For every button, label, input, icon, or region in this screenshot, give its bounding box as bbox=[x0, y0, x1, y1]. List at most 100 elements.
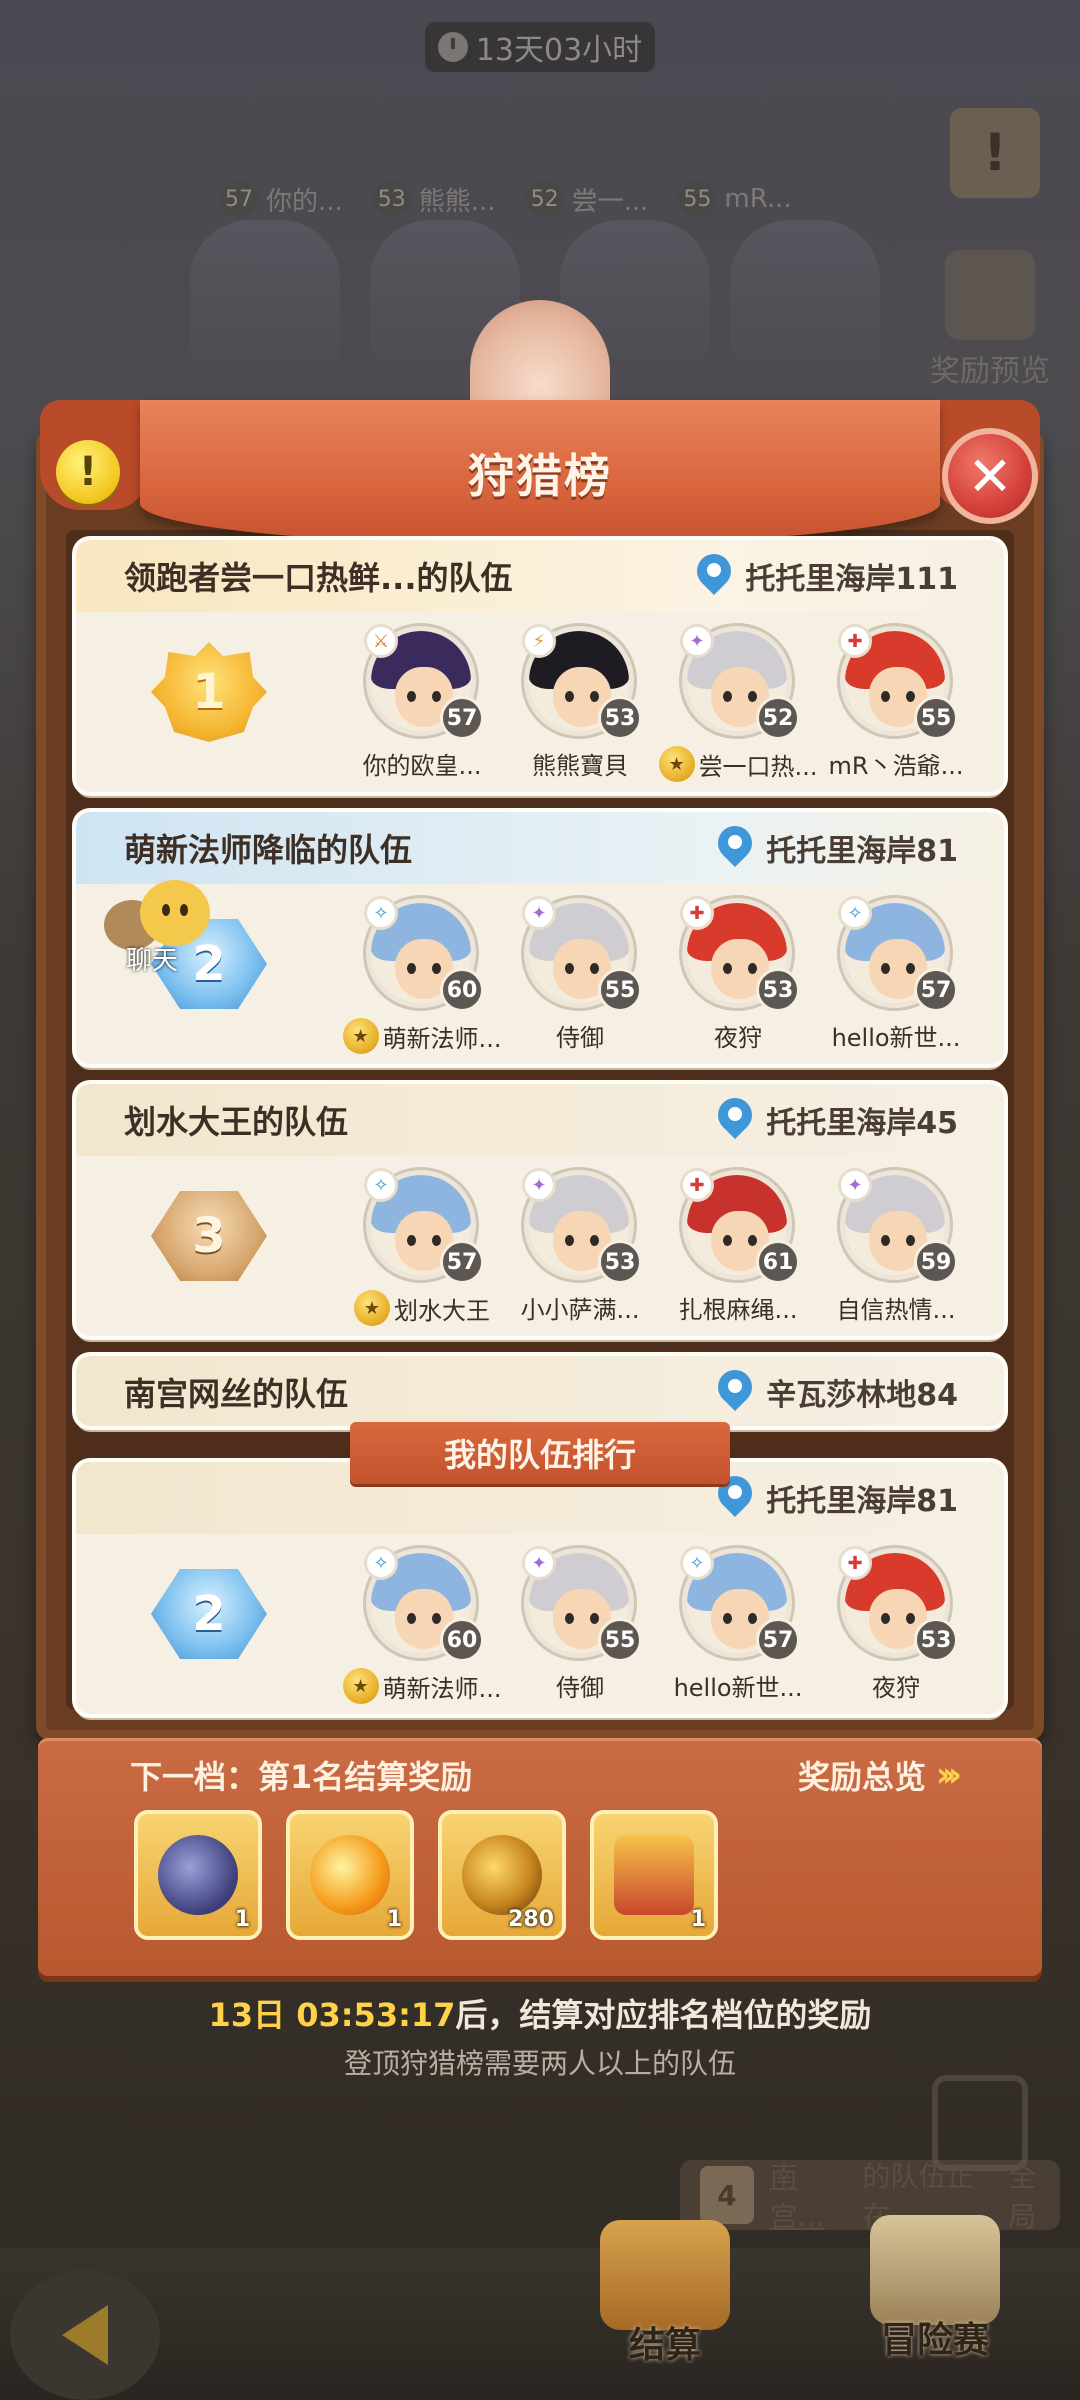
member[interactable]: ✚ 55 mR丶浩爺... bbox=[829, 624, 963, 782]
member[interactable]: ✦ 52 ★ 尝一口热... bbox=[658, 624, 817, 782]
team-location: 托托里海岸45 bbox=[716, 1098, 958, 1142]
member[interactable]: ✦ 53 小小萨满... bbox=[521, 1168, 642, 1326]
member[interactable]: ✧ 60 ★ 萌新法师... bbox=[342, 896, 501, 1054]
treasure-icon bbox=[945, 250, 1035, 340]
member-name: 熊熊寶貝 bbox=[532, 752, 628, 780]
tab-adventure-label: 冒险赛 bbox=[880, 2320, 989, 2361]
scroll-icon[interactable]: ! bbox=[950, 108, 1040, 198]
member-name-row: hello新世... bbox=[832, 1018, 961, 1053]
reward-item[interactable]: 280 bbox=[438, 1810, 566, 1940]
member-name-row: ★ 划水大王 bbox=[354, 1290, 490, 1326]
member-name: 夜狩 bbox=[872, 1674, 920, 1702]
member-list: ⚔ 57 你的欧皇... ⚡ 53 熊熊寶貝 ✦ 52 ★尝一口热... ✚ bbox=[363, 624, 963, 782]
level-badge: 57 bbox=[220, 180, 258, 218]
leader-icon: ★ bbox=[342, 1668, 379, 1704]
member-name-row: ★ 萌新法师... bbox=[342, 1018, 501, 1054]
level-badge: 53 bbox=[598, 696, 642, 740]
location-text: 托托里海岸81 bbox=[766, 1484, 958, 1519]
class-icon: ✦ bbox=[522, 1168, 556, 1202]
gold-orb-icon bbox=[462, 1835, 542, 1915]
member[interactable]: ⚡ 53 熊熊寶貝 bbox=[522, 624, 642, 782]
team-card-4[interactable]: 南宫网丝的队伍 辛瓦莎林地84 bbox=[76, 1356, 1004, 1426]
chat-label: 聊天 bbox=[126, 946, 179, 976]
location-text: 托托里海岸81 bbox=[766, 834, 958, 869]
member[interactable]: ✧ 57 hello新世... bbox=[832, 896, 960, 1054]
member-name: 你的欧皇... bbox=[362, 752, 482, 780]
member-name: 侍御 bbox=[556, 1024, 604, 1052]
location-pin-icon bbox=[695, 554, 733, 598]
member[interactable]: ✦ 55 侍御 bbox=[522, 896, 642, 1054]
location-text: 托托里海岸45 bbox=[766, 1106, 958, 1141]
location-pin-icon bbox=[716, 826, 754, 870]
background-player-list: 57 你的... 53 熊熊... 52 尝一... 55 mR... bbox=[220, 180, 792, 218]
member[interactable]: ✧ 57 ★ 划水大王 bbox=[354, 1168, 490, 1326]
my-team-card[interactable]: 托托里海岸81 2 ✧ 60 ★萌新法师... ✦ 55 侍御 ✧ 57 he bbox=[76, 1462, 1004, 1714]
member-name-row: 扎根麻绳... bbox=[679, 1290, 798, 1325]
reward-preview-button[interactable]: 奖励预览 bbox=[930, 250, 1050, 390]
team-header: 萌新法师降临的队伍 托托里海岸81 bbox=[76, 812, 1004, 884]
reward-item[interactable]: 1 bbox=[286, 1810, 414, 1940]
class-icon: ✚ bbox=[680, 896, 714, 930]
member-name-row: 侍御 bbox=[556, 1668, 604, 1703]
member-name-row: 侍御 bbox=[556, 1018, 604, 1053]
member-name: 夜狩 bbox=[714, 1024, 762, 1052]
team-card-1[interactable]: 领跑者尝一口热鲜...的队伍 托托里海岸111 1 ⚔ 57 你的欧皇... ⚡… bbox=[76, 540, 1004, 792]
level-badge: 60 bbox=[440, 968, 484, 1012]
class-icon: ✦ bbox=[522, 896, 556, 930]
member-name-row: 你的欧皇... bbox=[363, 746, 482, 781]
next-tier-reward-title: 下一档：第1名结算奖励 bbox=[130, 1758, 473, 1796]
team-header: 南宫网丝的队伍 辛瓦莎林地84 bbox=[76, 1356, 1004, 1426]
item-quantity: 1 bbox=[386, 1907, 402, 1932]
treasure-chest-icon bbox=[614, 1835, 694, 1915]
leader-icon: ★ bbox=[354, 1290, 390, 1326]
location-text: 托托里海岸111 bbox=[745, 562, 958, 597]
player-name: mR... bbox=[724, 184, 792, 214]
tab-settlement[interactable]: 结算 bbox=[600, 2220, 730, 2368]
reward-item[interactable]: 1 bbox=[134, 1810, 262, 1940]
back-button[interactable] bbox=[10, 2270, 160, 2400]
location-pin-icon bbox=[716, 1370, 754, 1414]
item-quantity: 1 bbox=[690, 1907, 706, 1932]
reward-item[interactable]: 1 bbox=[590, 1810, 718, 1940]
info-button[interactable]: ! bbox=[56, 440, 120, 504]
class-icon: ⚡ bbox=[522, 624, 556, 658]
settlement-icon bbox=[600, 2220, 730, 2330]
member-name: 侍御 bbox=[556, 1674, 604, 1702]
close-button[interactable]: ✕ bbox=[942, 428, 1038, 524]
player-name: 尝一... bbox=[571, 186, 649, 217]
reward-overview-button[interactable]: 奖励总览 ››› bbox=[798, 1752, 962, 1798]
member[interactable]: ✧ 57 hello新世... bbox=[674, 1546, 802, 1704]
level-badge: 52 bbox=[525, 180, 564, 218]
player-name: 熊熊... bbox=[418, 186, 496, 217]
member[interactable]: ⚔ 57 你的欧皇... bbox=[363, 624, 484, 782]
class-icon: ✧ bbox=[364, 896, 398, 930]
chat-button[interactable]: 聊天 bbox=[104, 880, 224, 980]
team-header: 划水大王的队伍 托托里海岸45 bbox=[76, 1084, 1004, 1156]
reward-item-list: 1 1 280 1 bbox=[134, 1810, 718, 1940]
requirement-hint: 登顶狩猎榜需要两人以上的队伍 bbox=[343, 2047, 736, 2080]
member[interactable]: ✚ 61 扎根麻绳... bbox=[679, 1168, 800, 1326]
level-badge: 52 bbox=[756, 696, 800, 740]
member-name-row: 夜狩 bbox=[714, 1018, 762, 1053]
member[interactable]: ✦ 59 自信热情... bbox=[837, 1168, 958, 1326]
member[interactable]: ✧ 60 ★ 萌新法师... bbox=[342, 1546, 501, 1704]
item-quantity: 280 bbox=[508, 1907, 554, 1932]
level-badge: 55 bbox=[914, 696, 958, 740]
team-location: 辛瓦莎林地84 bbox=[716, 1370, 958, 1414]
member-name: 自信热情... bbox=[836, 1296, 956, 1324]
member[interactable]: ✦ 55 侍御 bbox=[522, 1546, 642, 1704]
background-player: 55 mR... bbox=[678, 180, 792, 218]
my-team-rank-label: 我的队伍排行 bbox=[350, 1422, 730, 1484]
team-card-3[interactable]: 划水大王的队伍 托托里海岸45 3 ✧ 57 ★ 划水大王 ✦ 53 小小萨满..… bbox=[76, 1084, 1004, 1336]
class-icon: ✧ bbox=[364, 1168, 398, 1202]
member-name-row: hello新世... bbox=[674, 1668, 803, 1703]
clock-icon bbox=[437, 32, 468, 62]
member[interactable]: ✚ 53 夜狩 bbox=[680, 896, 800, 1054]
class-icon: ✚ bbox=[838, 1546, 872, 1580]
member-name: 划水大王 bbox=[394, 1296, 490, 1325]
member[interactable]: ✚ 53 夜狩 bbox=[838, 1546, 958, 1704]
leader-icon: ★ bbox=[342, 1018, 379, 1054]
tab-adventure[interactable]: 冒险赛 bbox=[870, 2215, 1000, 2363]
background-player: 53 熊熊... bbox=[372, 180, 496, 218]
team-location: 托托里海岸81 bbox=[716, 1476, 958, 1520]
